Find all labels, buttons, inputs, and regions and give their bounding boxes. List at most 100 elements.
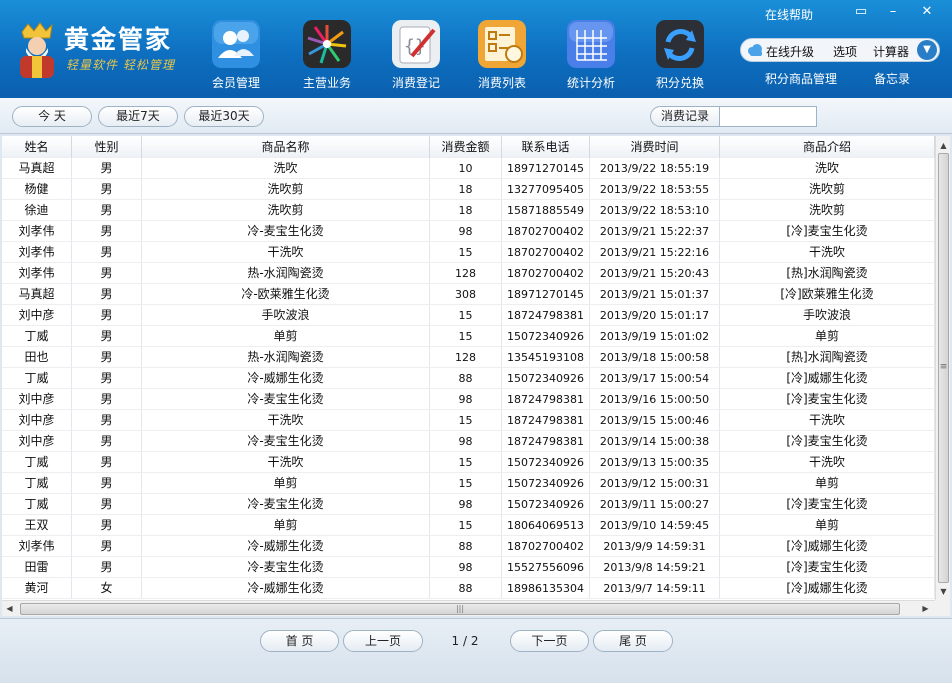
points-goods-link[interactable]: 积分商品管理 <box>765 70 837 87</box>
table-cell: 男 <box>72 410 142 431</box>
calculator-button[interactable]: 计算器 <box>873 43 909 60</box>
nav-register[interactable]: {} 消费登记 <box>378 18 454 92</box>
table-row[interactable]: 杨健男洗吹剪 18 13277095405 2013/9/22 18:53:55 洗吹剪 <box>2 179 935 200</box>
table-cell: 18724798381 <box>502 305 590 326</box>
vertical-scroll-thumb[interactable]: ≡ <box>938 153 949 583</box>
table-cell: 干洗吹 <box>142 410 430 431</box>
table-row[interactable]: 王双男单剪 15 18064069513 2013/9/10 14:59:45 单剪 <box>2 515 935 536</box>
prev-page-button[interactable]: 上一页 <box>343 630 423 652</box>
table-cell: 18064069513 <box>502 515 590 536</box>
members-icon <box>212 20 260 68</box>
last-7-days-button[interactable]: 最近7天 <box>98 106 178 127</box>
table-cell: 洗吹剪 <box>720 179 935 200</box>
close-button[interactable]: ✕ <box>916 3 938 21</box>
table-row[interactable]: 丁威男干洗吹 15 15072340926 2013/9/13 15:00:35 干洗吹 <box>2 452 935 473</box>
nav-business[interactable]: 主营业务 <box>289 18 365 92</box>
nav-label: 消费列表 <box>477 76 526 90</box>
table-cell: 18702700402 <box>502 536 590 557</box>
top-toolbar: 在线升级 选项 计算器 ▼ <box>740 38 940 62</box>
table-cell: [冷]麦宝生化烫 <box>720 389 935 410</box>
options-button[interactable]: 选项 <box>833 43 857 60</box>
column-header[interactable]: 消费时间 <box>590 136 720 158</box>
table-cell: 冷-欧莱雅生化烫 <box>142 284 430 305</box>
table-row[interactable]: 黄河女冷-威娜生化烫 88 18986135304 2013/9/7 14:59:11… <box>2 578 935 599</box>
table-cell: 洗吹剪 <box>142 200 430 221</box>
minimize-button[interactable]: – <box>882 3 904 21</box>
last-page-button[interactable]: 尾 页 <box>593 630 673 652</box>
table-cell: 冷-麦宝生化烫 <box>142 389 430 410</box>
table-row[interactable]: 刘中彦男手吹波浪 15 18724798381 2013/9/20 15:01:17 手… <box>2 305 935 326</box>
memo-link[interactable]: 备忘录 <box>874 70 910 87</box>
king-mascot-icon <box>20 22 54 78</box>
table-row[interactable]: 马真超男洗吹 10 18971270145 2013/9/22 18:55:19 洗吹 <box>2 158 935 179</box>
today-button[interactable]: 今 天 <box>12 106 92 127</box>
table-cell: 2013/9/11 15:00:27 <box>590 494 720 515</box>
app-logo: 黄金管家 轻量软件 轻松管理 <box>14 18 184 84</box>
scroll-right-icon[interactable]: ▶ <box>918 601 933 617</box>
column-header[interactable]: 消费金额 <box>430 136 502 158</box>
column-header[interactable]: 商品名称 <box>142 136 430 158</box>
table-cell: 98 <box>430 221 502 242</box>
vertical-scrollbar[interactable]: ▲ ≡ ▼ <box>935 136 950 600</box>
table-row[interactable]: 刘孝伟男干洗吹 15 18702700402 2013/9/21 15:22:16 干洗… <box>2 242 935 263</box>
last-30-days-button[interactable]: 最近30天 <box>184 106 264 127</box>
table-cell: 98 <box>430 431 502 452</box>
horizontal-scrollbar[interactable]: ◀ ||| ▶ <box>2 600 935 616</box>
column-header[interactable]: 性别 <box>72 136 142 158</box>
online-help-link[interactable]: 在线帮助 <box>765 6 813 23</box>
table-cell: 2013/9/21 15:22:16 <box>590 242 720 263</box>
table-cell: [冷]欧莱雅生化烫 <box>720 284 935 305</box>
nav-points-exchange[interactable]: 积分兑换 <box>642 18 718 92</box>
table-row[interactable]: 丁威男冷-威娜生化烫 88 15072340926 2013/9/17 15:00:5… <box>2 368 935 389</box>
nav-label: 会员管理 <box>211 76 260 90</box>
table-row[interactable]: 刘孝伟男热-水润陶瓷烫 128 18702700402 2013/9/21 15:20… <box>2 263 935 284</box>
table-cell: 刘中彦 <box>2 305 72 326</box>
table-cell: 男 <box>72 305 142 326</box>
column-header[interactable]: 商品介绍 <box>720 136 935 158</box>
search-input[interactable] <box>719 106 817 127</box>
nav-label: 主营业务 <box>302 76 351 90</box>
statistics-icon <box>567 20 615 68</box>
table-cell: 马真超 <box>2 284 72 305</box>
table-cell: 18 <box>430 179 502 200</box>
next-page-button[interactable]: 下一页 <box>510 630 589 652</box>
table-row[interactable]: 刘孝伟男冷-威娜生化烫 88 18702700402 2013/9/9 14:59:3… <box>2 536 935 557</box>
table-cell: 男 <box>72 158 142 179</box>
table-cell: 冷-麦宝生化烫 <box>142 494 430 515</box>
column-header[interactable]: 联系电话 <box>502 136 590 158</box>
scroll-down-icon[interactable]: ▼ <box>936 584 951 599</box>
table-row[interactable]: 田也男热-水润陶瓷烫 128 13545193108 2013/9/18 15:00:… <box>2 347 935 368</box>
restore-window-icon[interactable]: ▭ <box>850 3 872 21</box>
table-row[interactable]: 丁威男冷-麦宝生化烫 98 15072340926 2013/9/11 15:00:2… <box>2 494 935 515</box>
table-cell: 男 <box>72 242 142 263</box>
table-row[interactable]: 刘中彦男冷-麦宝生化烫 98 18724798381 2013/9/14 15:00:… <box>2 431 935 452</box>
table-row[interactable]: 田雷男冷-麦宝生化烫 98 15527556096 2013/9/8 14:59:21… <box>2 557 935 578</box>
table-row[interactable]: 丁威男单剪 15 15072340926 2013/9/19 15:01:02 单剪 <box>2 326 935 347</box>
table-cell: 18724798381 <box>502 410 590 431</box>
scroll-up-icon[interactable]: ▲ <box>936 138 951 153</box>
horizontal-scroll-thumb[interactable]: ||| <box>20 603 900 615</box>
table-row[interactable]: 徐迪男洗吹剪 18 15871885549 2013/9/22 18:53:10 洗吹剪 <box>2 200 935 221</box>
scroll-left-icon[interactable]: ◀ <box>2 601 17 617</box>
table-row[interactable]: 刘中彦男干洗吹 15 18724798381 2013/9/15 15:00:46 干洗… <box>2 410 935 431</box>
table-cell: 单剪 <box>720 326 935 347</box>
table-cell: 徐迪 <box>2 200 72 221</box>
table-row[interactable]: 刘中彦男冷-麦宝生化烫 98 18724798381 2013/9/16 15:00:… <box>2 389 935 410</box>
table-cell: 男 <box>72 326 142 347</box>
nav-statistics[interactable]: 统计分析 <box>553 18 629 92</box>
table-cell: 2013/9/8 14:59:21 <box>590 557 720 578</box>
table-cell: [冷]麦宝生化烫 <box>720 431 935 452</box>
table-row[interactable]: 丁威男单剪 15 15072340926 2013/9/12 15:00:31 单剪 <box>2 473 935 494</box>
first-page-button[interactable]: 首 页 <box>260 630 339 652</box>
nav-label: 消费登记 <box>391 76 440 90</box>
nav-list[interactable]: 消费列表 <box>464 18 540 92</box>
dropdown-arrow-icon[interactable]: ▼ <box>917 40 937 60</box>
table-row[interactable]: 刘孝伟男冷-麦宝生化烫 98 18702700402 2013/9/21 15:22:… <box>2 221 935 242</box>
online-upgrade-button[interactable]: 在线升级 <box>766 43 814 60</box>
table-row[interactable]: 马真超男冷-欧莱雅生化烫 308 18971270145 2013/9/21 15:0… <box>2 284 935 305</box>
nav-members[interactable]: 会员管理 <box>198 18 274 92</box>
table-cell: 18971270145 <box>502 284 590 305</box>
column-header[interactable]: 姓名 <box>2 136 72 158</box>
table-cell: [冷]威娜生化烫 <box>720 578 935 599</box>
table-cell: 98 <box>430 494 502 515</box>
